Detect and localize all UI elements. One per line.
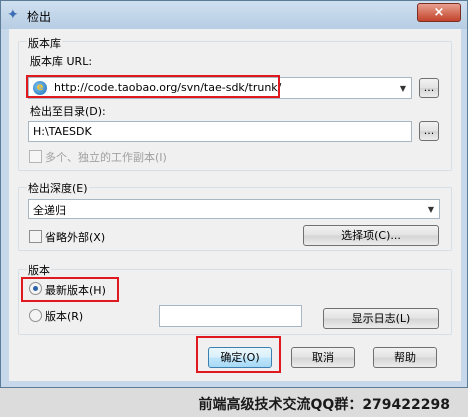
checkout-dir-value: H:\TAESDK xyxy=(33,125,92,138)
browse-dir-button[interactable]: ... xyxy=(419,121,439,141)
footer-text: 前端高级技术交流QQ群：279422298 xyxy=(198,397,450,413)
checkout-dir-label: 检出至目录(D): xyxy=(30,105,106,118)
specific-revision-label: 版本(R) xyxy=(45,310,84,323)
browse-url-button[interactable]: ... xyxy=(419,78,439,98)
options-button[interactable]: 选择项(C)... xyxy=(303,225,439,246)
depth-group-label: 检出深度(E) xyxy=(27,180,89,196)
head-revision-label: 最新版本(H) xyxy=(45,284,106,297)
ok-button[interactable]: 确定(O) xyxy=(208,347,272,368)
internet-explorer-icon: e xyxy=(33,81,47,95)
specific-revision-radio[interactable] xyxy=(29,309,42,322)
depth-select[interactable]: 全递归 ▼ xyxy=(28,199,440,219)
head-revision-radio[interactable] xyxy=(29,282,42,295)
cancel-button[interactable]: 取消 xyxy=(291,347,355,368)
help-button[interactable]: 帮助 xyxy=(373,347,437,368)
omit-externals-label: 省略外部(X) xyxy=(45,231,106,244)
url-combobox[interactable]: e http://code.taobao.org/svn/tae-sdk/tru… xyxy=(28,77,412,99)
multi-copy-checkbox[interactable] xyxy=(29,150,42,163)
window-title: 检出 xyxy=(27,10,52,24)
url-label: 版本库 URL: xyxy=(30,55,93,68)
radio-selected-dot xyxy=(33,286,38,291)
dropdown-arrow-icon[interactable]: ▼ xyxy=(395,78,411,98)
close-button[interactable]: × xyxy=(417,3,461,22)
title-bar[interactable]: ✦ 检出 × xyxy=(1,1,467,29)
footer-banner: 前端高级技术交流QQ群：279422298 xyxy=(0,388,468,417)
checkout-dir-input[interactable]: H:\TAESDK xyxy=(28,121,412,142)
omit-externals-checkbox[interactable] xyxy=(29,230,42,243)
repository-group-label: 版本库 xyxy=(27,35,62,51)
dialog-body: 版本库 版本库 URL: e http://code.taobao.org/sv… xyxy=(9,29,461,381)
multi-copy-label: 多个、独立的工作副本(I) xyxy=(45,151,167,164)
show-log-button[interactable]: 显示日志(L) xyxy=(323,308,439,329)
url-value: http://code.taobao.org/svn/tae-sdk/trunk… xyxy=(54,81,282,94)
revision-number-input[interactable] xyxy=(159,305,302,327)
checkout-dialog: ✦ 检出 × 版本库 版本库 URL: e http://code.taobao… xyxy=(0,0,468,388)
depth-selected-value: 全递归 xyxy=(33,204,66,217)
revision-group-label: 版本 xyxy=(27,262,51,278)
tortoisesvn-icon: ✦ xyxy=(7,7,19,23)
dropdown-arrow-icon[interactable]: ▼ xyxy=(423,200,439,218)
